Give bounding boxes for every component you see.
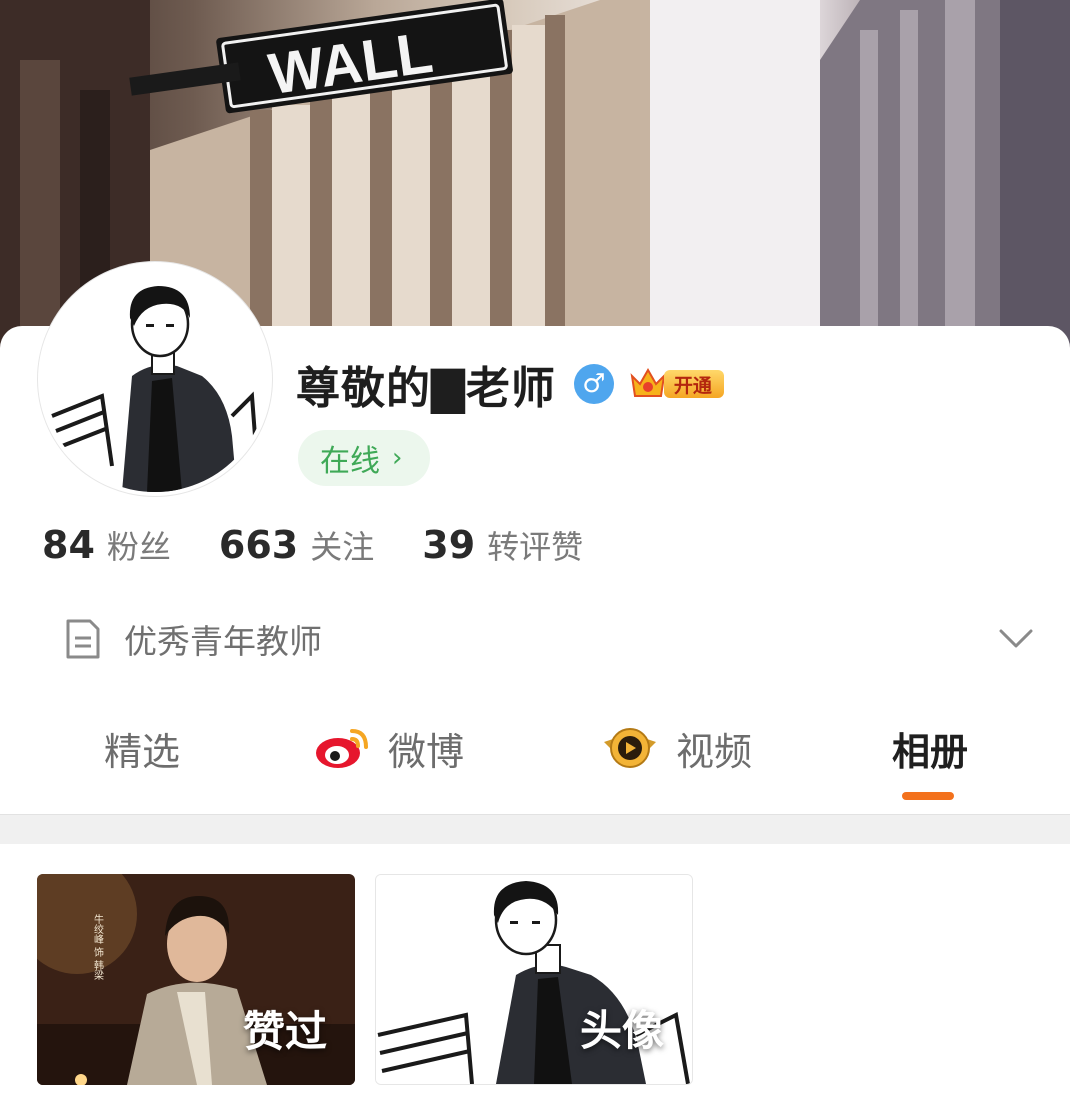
video-badge-icon bbox=[600, 724, 660, 772]
tab-label: 相册 bbox=[892, 729, 969, 774]
male-gender-icon: ♂ bbox=[573, 364, 614, 404]
album-liked[interactable]: 牛绞峰 饰 韩梁 赞过 bbox=[37, 874, 355, 1085]
vip-label: 开通 bbox=[663, 370, 724, 398]
stat-interactions[interactable]: 39 转评赞 bbox=[422, 522, 583, 568]
stats-row: 84 粉丝 663 关注 39 转评赞 bbox=[42, 522, 631, 578]
profile-page: WALL 尊敬的▇老师 ♂ 开通 在线 › 84 粉丝 663 关注 39 转评… bbox=[0, 0, 1070, 1098]
tab-video[interactable]: 视频 bbox=[600, 720, 752, 776]
avatar-illustration bbox=[42, 266, 268, 492]
album-liked-caption: 牛绞峰 饰 韩梁 bbox=[92, 913, 104, 981]
stat-following[interactable]: 663 关注 bbox=[219, 522, 374, 568]
album-grid: 牛绞峰 饰 韩梁 赞过 头像 bbox=[0, 844, 1070, 1098]
stat-followers[interactable]: 84 粉丝 bbox=[42, 522, 171, 568]
avatar[interactable] bbox=[38, 262, 272, 496]
name-row: 尊敬的▇老师 ♂ 开通 bbox=[296, 352, 724, 416]
album-label: 头像 bbox=[579, 1006, 664, 1055]
album-label: 赞过 bbox=[242, 1007, 327, 1056]
stat-label: 转评赞 bbox=[487, 528, 584, 566]
stat-label: 粉丝 bbox=[106, 528, 171, 566]
tab-bar: 精选 微博 视频 相册 bbox=[0, 700, 1070, 810]
vip-open-button[interactable]: 开通 bbox=[628, 366, 724, 402]
weibo-icon bbox=[314, 725, 372, 771]
document-icon bbox=[66, 619, 100, 659]
stat-number: 84 bbox=[42, 523, 95, 567]
stat-number: 663 bbox=[218, 523, 299, 567]
album-avatar[interactable]: 头像 bbox=[375, 874, 693, 1085]
tab-label: 精选 bbox=[104, 729, 181, 774]
online-status-button[interactable]: 在线 › bbox=[298, 430, 431, 486]
active-tab-indicator bbox=[902, 792, 954, 800]
section-divider bbox=[0, 814, 1070, 845]
crown-icon bbox=[630, 367, 666, 397]
chevron-down-icon[interactable] bbox=[998, 628, 1034, 650]
tab-album[interactable]: 相册 bbox=[892, 720, 968, 776]
tab-weibo[interactable]: 微博 bbox=[314, 720, 464, 776]
stat-label: 关注 bbox=[310, 528, 375, 566]
tab-label: 视频 bbox=[676, 729, 753, 774]
status-label: 在线 bbox=[320, 444, 380, 479]
user-name: 尊敬的▇老师 bbox=[296, 363, 556, 414]
tab-label: 微博 bbox=[388, 729, 465, 774]
tab-featured[interactable]: 精选 bbox=[104, 720, 180, 776]
stat-number: 39 bbox=[422, 523, 476, 567]
chevron-right-icon: › bbox=[392, 443, 403, 473]
bio-text: 优秀青年教师 bbox=[124, 622, 322, 661]
bio-row[interactable]: 优秀青年教师 bbox=[64, 612, 1034, 666]
